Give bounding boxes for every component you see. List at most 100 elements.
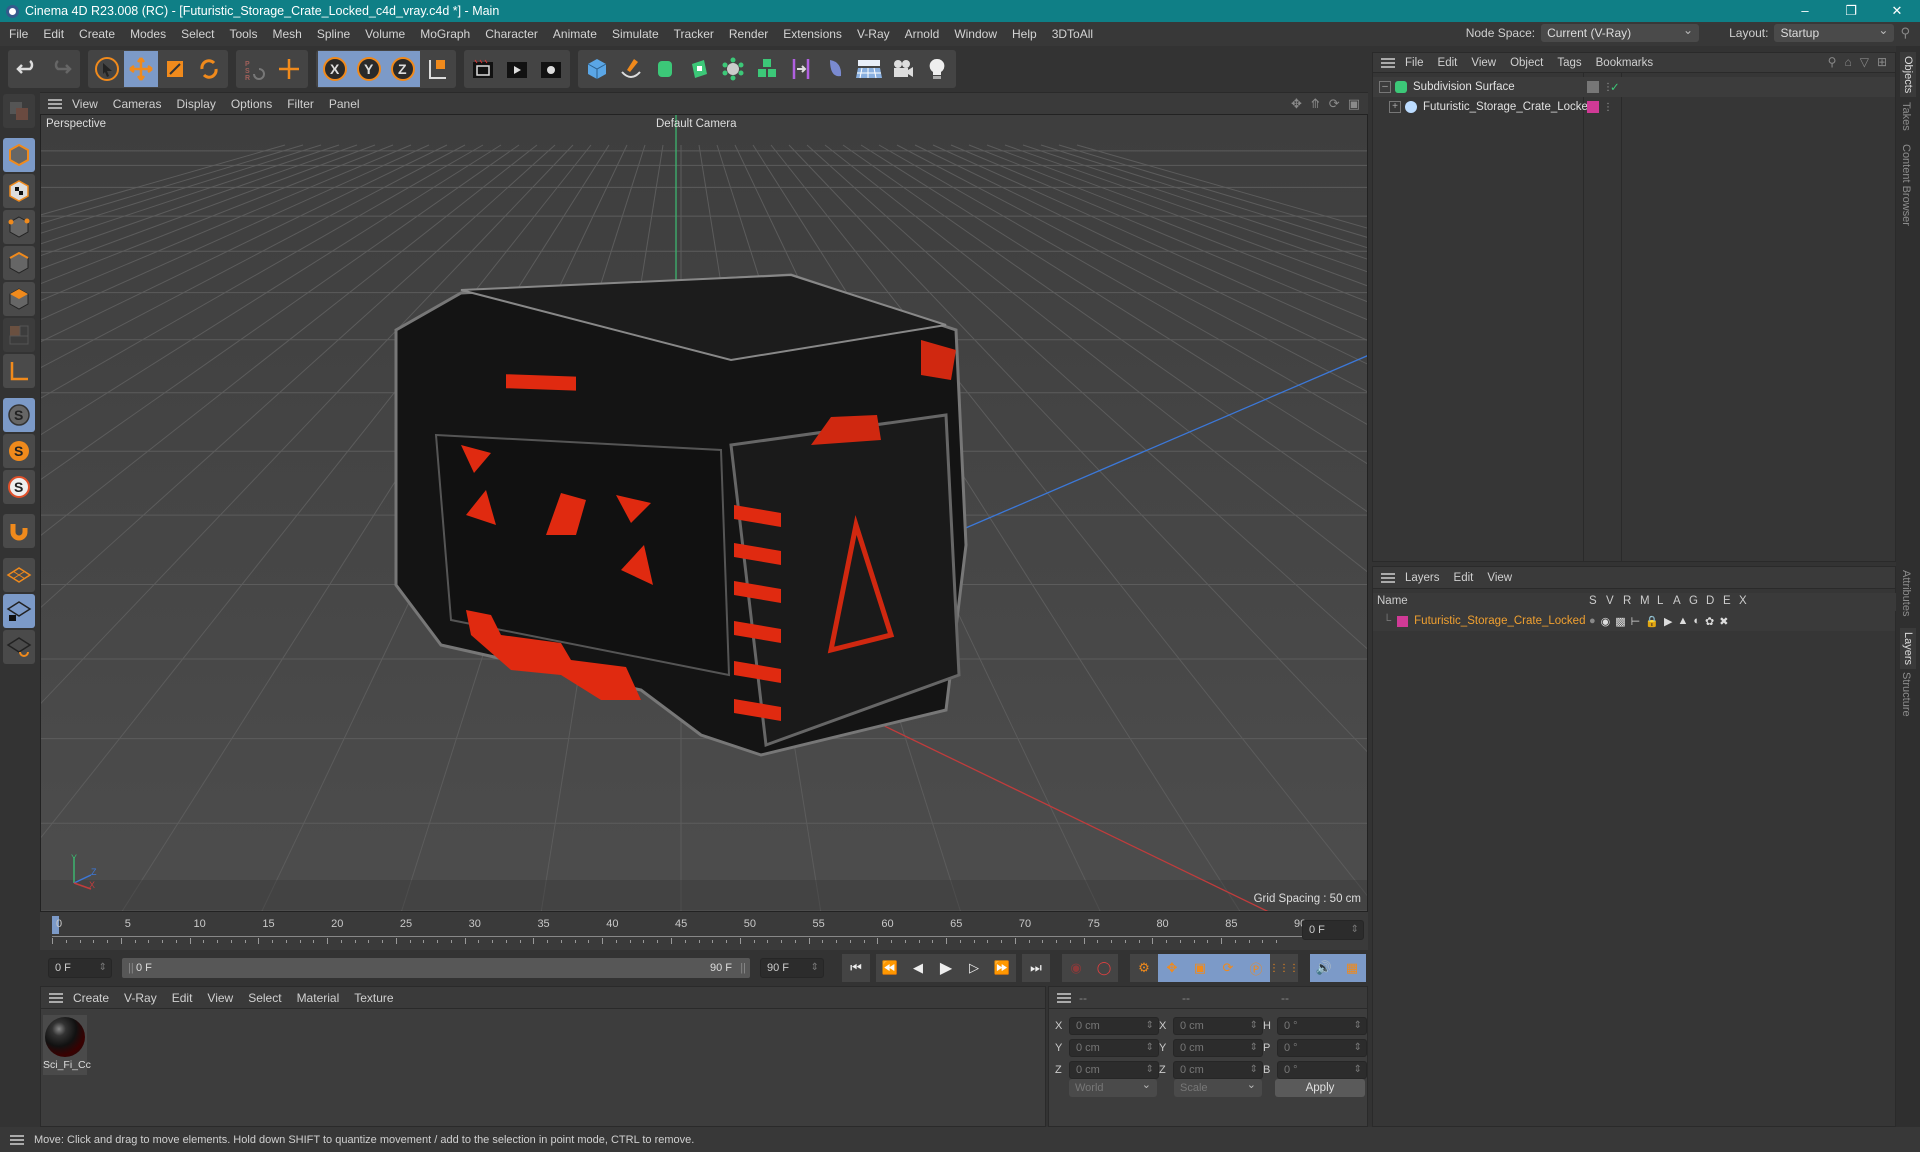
node-space-dropdown[interactable]: Current (V-Ray) — [1541, 21, 1700, 42]
subdivision-icon[interactable] — [648, 51, 682, 87]
menu-arnold[interactable]: Arnold — [905, 27, 940, 41]
coordinate-mode-dropdown[interactable]: World — [1069, 1076, 1157, 1097]
render-settings-icon[interactable] — [534, 51, 568, 87]
layer-menu-edit[interactable]: Edit — [1454, 572, 1474, 584]
minimize-icon[interactable]: – — [1782, 0, 1828, 22]
material-menu-v-ray[interactable]: V-Ray — [124, 991, 157, 1005]
collapse-icon[interactable]: – — [1379, 81, 1391, 93]
coordinate-field[interactable]: 0 cm — [1069, 1039, 1159, 1057]
enabled-check-icon[interactable]: ✓ — [1610, 80, 1620, 94]
layer-column-name[interactable]: Name — [1377, 595, 1408, 607]
3d-viewport[interactable]: Perspective Default Camera Grid Spacing … — [40, 114, 1368, 912]
cloner-icon[interactable] — [716, 51, 750, 87]
tab-structure[interactable]: Structure — [1900, 672, 1912, 717]
previous-frame-icon[interactable]: ◀ — [904, 954, 932, 982]
expand-icon[interactable]: + — [1389, 101, 1401, 113]
menu-mesh[interactable]: Mesh — [272, 27, 301, 41]
parameter-key-icon[interactable]: Ⓟ — [1242, 954, 1270, 982]
world-axis-icon[interactable] — [272, 51, 306, 87]
object-menu-edit[interactable]: Edit — [1438, 57, 1458, 69]
menu-file[interactable]: File — [9, 27, 28, 41]
render-picture-viewer-icon[interactable] — [500, 51, 534, 87]
scale-key-icon[interactable]: ▣ — [1186, 954, 1214, 982]
render-toggle-icon[interactable]: ▩ — [1615, 615, 1625, 628]
timeline-icon[interactable]: ▦ — [1338, 954, 1366, 982]
search-icon[interactable]: ⚲ — [1900, 25, 1910, 41]
tab-attributes[interactable]: Attributes — [1900, 570, 1912, 616]
home-icon[interactable]: ⌂ — [1844, 55, 1851, 69]
pen-spline-icon[interactable] — [614, 51, 648, 87]
object-menu-view[interactable]: View — [1471, 57, 1496, 69]
move-icon[interactable] — [124, 51, 158, 87]
point-mode-icon[interactable] — [3, 210, 35, 244]
polygon-mode-icon[interactable] — [3, 282, 35, 316]
object-menu-object[interactable]: Object — [1510, 57, 1543, 69]
restore-icon[interactable]: ❐ — [1828, 0, 1874, 22]
next-frame-icon[interactable]: ▷ — [960, 954, 988, 982]
camera-icon[interactable] — [886, 51, 920, 87]
menu-character[interactable]: Character — [485, 27, 538, 41]
viewport-menu-view[interactable]: View — [72, 97, 98, 111]
material-menu-edit[interactable]: Edit — [172, 991, 193, 1005]
menu-window[interactable]: Window — [954, 27, 997, 41]
layer-column-g[interactable]: G — [1689, 595, 1698, 607]
workplane-rotate-icon[interactable] — [3, 630, 35, 664]
symmetry-icon[interactable] — [784, 51, 818, 87]
material-menu-texture[interactable]: Texture — [354, 991, 393, 1005]
next-key-icon[interactable]: ⏩ — [988, 954, 1016, 982]
lock-toggle-icon[interactable]: 🔒 — [1645, 615, 1659, 628]
texture-mode-icon[interactable] — [3, 174, 35, 208]
floor-icon[interactable] — [852, 51, 886, 87]
layer-column-s[interactable]: S — [1589, 595, 1597, 607]
scale-icon[interactable] — [158, 51, 192, 87]
menu-help[interactable]: Help — [1012, 27, 1037, 41]
menu-tracker[interactable]: Tracker — [674, 27, 714, 41]
layout-dropdown[interactable]: Startup — [1774, 21, 1895, 42]
viewport-menu-panel[interactable]: Panel — [329, 97, 360, 111]
material-menu-view[interactable]: View — [207, 991, 233, 1005]
layer-column-l[interactable]: L — [1657, 595, 1663, 607]
viewport-menu-icon[interactable] — [48, 98, 62, 109]
visible-toggle-icon[interactable]: ◉ — [1601, 615, 1611, 628]
object-menu-tags[interactable]: Tags — [1557, 57, 1581, 69]
rotation-key-icon[interactable]: ⟳ — [1214, 954, 1242, 982]
z-axis-icon[interactable]: Z — [386, 51, 420, 87]
keyframe-selection-icon[interactable]: ⚙ — [1130, 954, 1158, 982]
animation-toggle-icon[interactable]: ▶ — [1664, 615, 1672, 628]
tab-content-browser[interactable]: Content Browser — [1900, 144, 1912, 226]
psr-icon[interactable]: PSR — [238, 51, 272, 87]
orbit-icon[interactable]: ⟳ — [1329, 96, 1340, 112]
menu-render[interactable]: Render — [729, 27, 768, 41]
maximize-view-icon[interactable]: ▣ — [1348, 96, 1360, 112]
layer-color-swatch[interactable] — [1397, 615, 1409, 627]
object-row[interactable]: – Subdivision Surface ⋮ ✓ — [1373, 77, 1895, 97]
transform-mode-dropdown[interactable]: Scale — [1174, 1076, 1262, 1097]
end-frame-field[interactable]: 90 F — [760, 958, 824, 978]
visibility-dots-icon[interactable]: ⋮ — [1603, 102, 1613, 113]
deformers-toggle-icon[interactable]: ◐ — [1693, 615, 1700, 628]
dolly-icon[interactable]: ⤊ — [1310, 96, 1321, 112]
snap-icon[interactable]: S — [3, 398, 35, 432]
layer-color-swatch[interactable] — [1587, 101, 1599, 113]
menu-create[interactable]: Create — [79, 27, 115, 41]
filter-icon[interactable]: ▽ — [1860, 55, 1869, 69]
frame-range-slider[interactable]: || 0 F 90 F || — [122, 958, 750, 978]
play-icon[interactable]: ▶ — [932, 954, 960, 982]
menu-simulate[interactable]: Simulate — [612, 27, 659, 41]
workplane-axis-icon[interactable] — [3, 354, 35, 388]
solo-icon[interactable]: S — [3, 470, 35, 504]
menu-extensions[interactable]: Extensions — [783, 27, 842, 41]
solo-toggle-icon[interactable]: ● — [1589, 615, 1596, 628]
camera-label[interactable]: Default Camera — [656, 118, 737, 130]
layer-column-d[interactable]: D — [1706, 595, 1714, 607]
start-frame-field[interactable]: 0 F — [48, 958, 112, 978]
coordinate-field[interactable]: 0 cm — [1069, 1017, 1159, 1035]
material-menu-select[interactable]: Select — [248, 991, 281, 1005]
previous-key-icon[interactable]: ⏪ — [876, 954, 904, 982]
model-mode-icon[interactable] — [3, 138, 35, 172]
record-keyframe-icon[interactable]: ◉ — [1062, 954, 1090, 982]
render-view-icon[interactable] — [466, 51, 500, 87]
edge-mode-icon[interactable] — [3, 246, 35, 280]
locked-workplane-icon[interactable] — [3, 594, 35, 628]
autokey-icon[interactable]: ◯ — [1090, 954, 1118, 982]
